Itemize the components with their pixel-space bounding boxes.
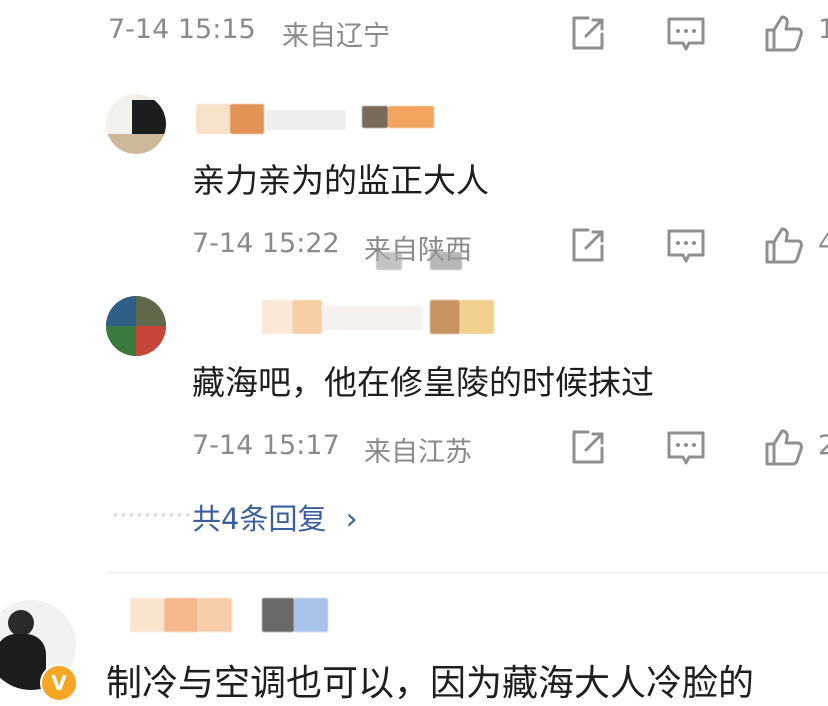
username-redacted[interactable] xyxy=(292,300,322,334)
username-redacted[interactable] xyxy=(230,104,264,134)
chevron-right-icon: › xyxy=(345,502,358,537)
user-badge xyxy=(362,106,388,128)
user-badge xyxy=(460,300,494,334)
username-redacted xyxy=(266,110,346,130)
like-count: 2 xyxy=(818,430,828,461)
user-badge xyxy=(262,598,294,632)
avatar[interactable] xyxy=(106,94,166,154)
like-count: 4 xyxy=(818,228,828,259)
username-redacted[interactable] xyxy=(262,300,292,334)
reply-text: 藏海吧，他在修皇陵的时候抹过 xyxy=(192,363,654,402)
share-icon[interactable] xyxy=(566,426,610,470)
share-icon[interactable] xyxy=(566,224,610,268)
comment-meta-time: 7-14 15:22 xyxy=(192,228,340,259)
reply-text: 亲力亲为的监正大人 xyxy=(192,161,489,200)
avatar[interactable] xyxy=(106,296,166,356)
verified-badge: V xyxy=(40,664,78,702)
thumbs-up-icon[interactable] xyxy=(762,426,806,470)
comment-meta-time: 7-14 15:15 xyxy=(108,14,256,45)
username-redacted xyxy=(322,306,422,330)
comment-icon[interactable] xyxy=(664,426,708,470)
username-redacted[interactable] xyxy=(164,598,198,632)
like-count: 1 xyxy=(818,14,828,45)
redaction-overlay xyxy=(430,252,462,270)
user-badge xyxy=(294,598,328,632)
username-redacted[interactable] xyxy=(130,598,164,632)
share-icon[interactable] xyxy=(566,12,610,56)
comment-meta-time: 7-14 15:17 xyxy=(192,430,340,461)
user-badge xyxy=(388,106,434,128)
comment-icon[interactable] xyxy=(664,12,708,56)
comment-text: 制冷与空调也可以，因为藏海大人冷脸的 xyxy=(106,663,755,704)
thumbs-up-icon[interactable] xyxy=(762,12,806,56)
comment-icon[interactable] xyxy=(664,224,708,268)
comment-meta-location: 来自辽宁 xyxy=(282,21,390,52)
username-redacted[interactable] xyxy=(196,104,230,134)
thumbs-up-icon[interactable] xyxy=(762,224,806,268)
thread-connector-dots: ·········· xyxy=(112,504,192,529)
more-replies-label: 共4条回复 xyxy=(192,502,327,536)
comment-divider xyxy=(108,572,828,573)
more-replies-link[interactable]: 共4条回复 › xyxy=(192,496,358,538)
redaction-overlay xyxy=(376,252,402,270)
username-redacted[interactable] xyxy=(198,598,232,632)
user-badge xyxy=(430,300,460,334)
comment-meta-location: 来自江苏 xyxy=(364,437,472,468)
